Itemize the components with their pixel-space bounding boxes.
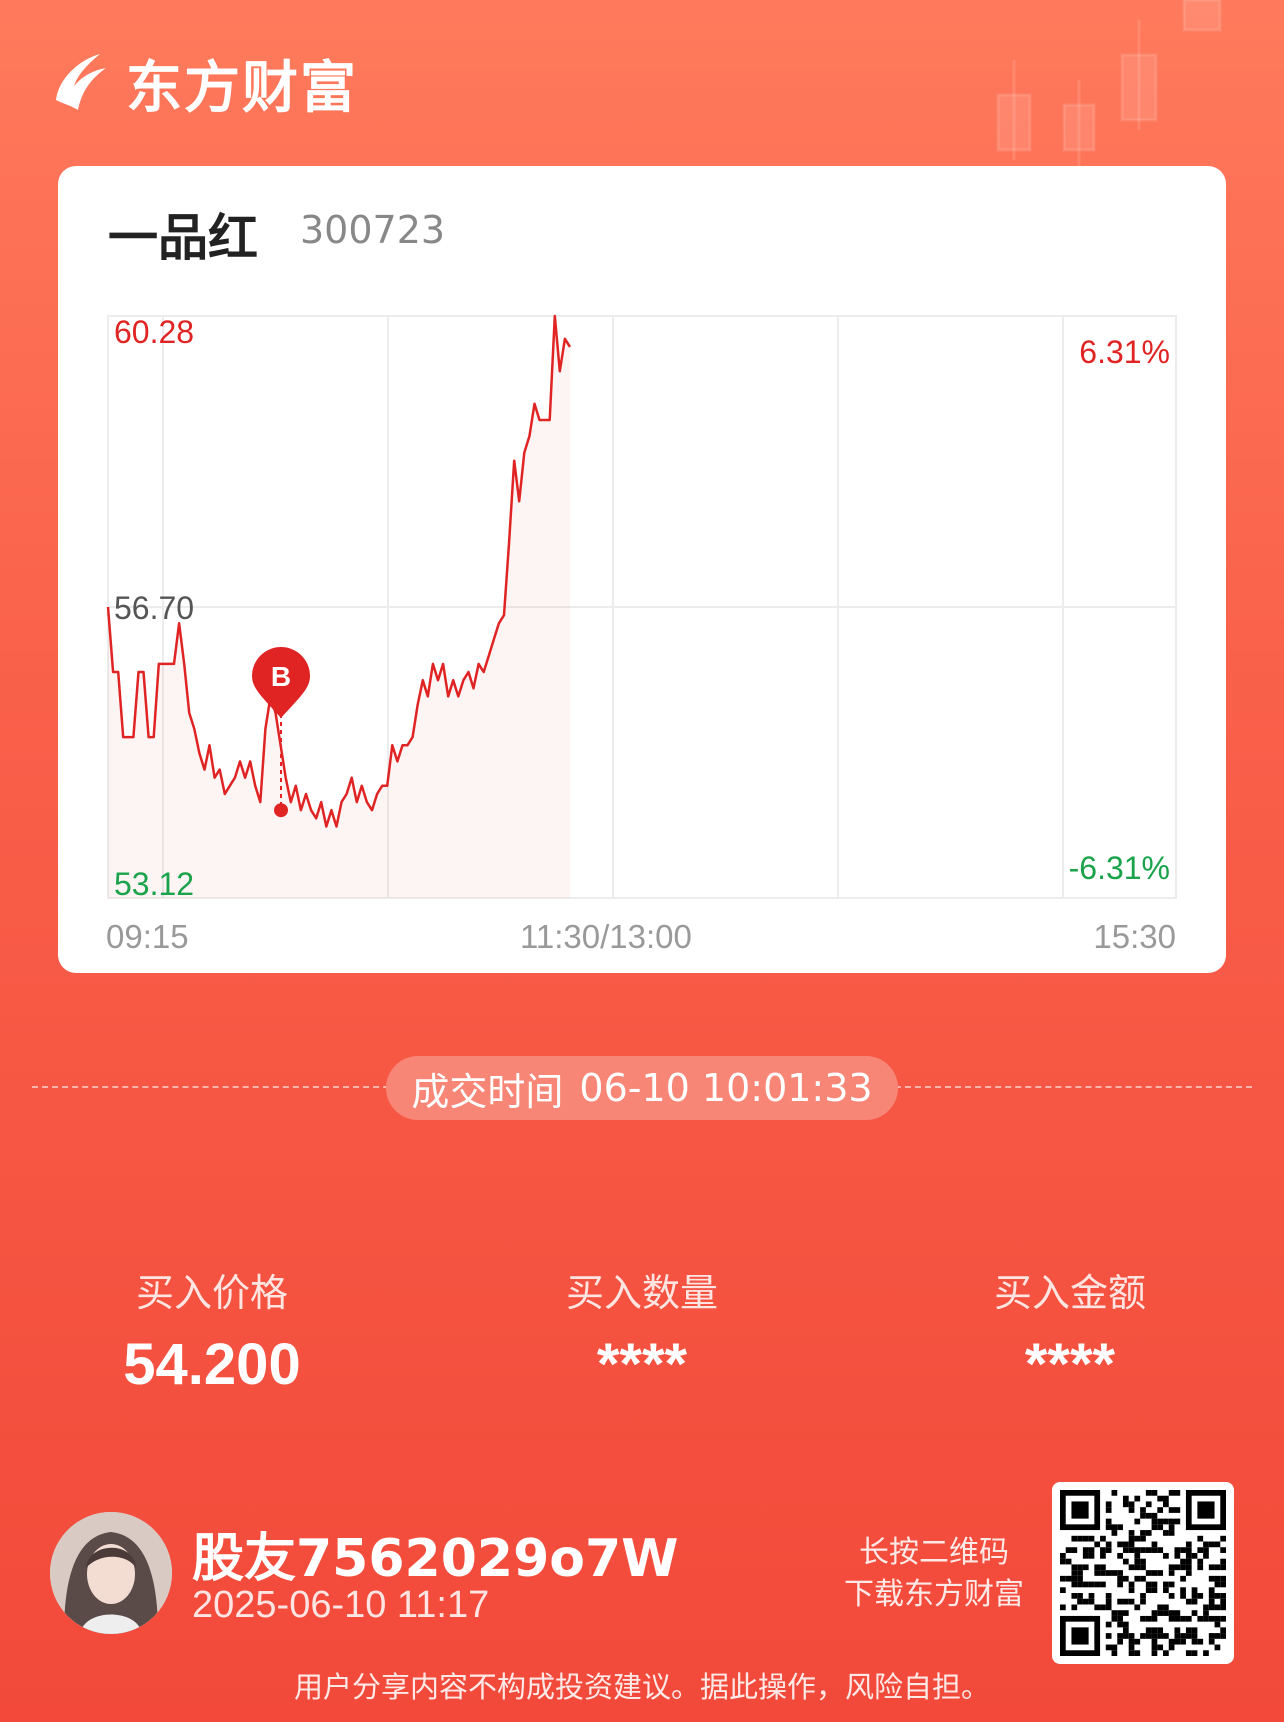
brand-logo: 东方财富	[48, 48, 358, 121]
qr-hint-line2: 下载东方财富	[844, 1577, 1024, 1612]
pct-max-label: 6.31%	[1079, 334, 1170, 370]
y-mid-label: 56.70	[114, 590, 195, 626]
trade-time-pill: 成交时间 06-10 10:01:33	[386, 1056, 898, 1120]
stat-value: ****	[596, 1332, 688, 1397]
trade-time-label: 成交时间	[411, 1069, 564, 1114]
brand-flame-icon	[56, 54, 106, 110]
qr-code-icon	[1060, 1490, 1226, 1656]
stat-label: 买入数量	[565, 1271, 718, 1315]
stat-value: 54.200	[123, 1332, 301, 1397]
stat-label: 买入金额	[993, 1271, 1146, 1315]
buy-marker-dot	[274, 803, 288, 818]
avatar[interactable]	[50, 1512, 172, 1634]
stat-buy-price: 买入价格 54.200	[62, 1262, 362, 1398]
user-avatar-icon	[50, 1512, 172, 1634]
stat-buy-amount: 买入金额 ****	[920, 1262, 1220, 1398]
intraday-chart: B	[106, 314, 1177, 899]
brand-name: 东方财富	[126, 55, 358, 121]
stock-chart-card: 一品红 300723 B 60.28 56.70 53.12 6.31% -6.…	[58, 166, 1226, 973]
y-min-label: 53.12	[114, 866, 195, 902]
y-max-label: 60.28	[114, 314, 195, 350]
share-timestamp: 2025-06-10 11:17	[192, 1584, 490, 1626]
qr-hint-line1: 长按二维码	[859, 1535, 1009, 1570]
trade-time-value: 06-10 10:01:33	[579, 1066, 873, 1110]
disclaimer: 用户分享内容不构成投资建议。据此操作，风险自担。	[293, 1670, 990, 1704]
buy-marker-label: B	[271, 661, 291, 692]
stat-value: ****	[1024, 1332, 1116, 1397]
x-tick-midday: 11:30/13:00	[520, 918, 692, 955]
stat-buy-quantity: 买入数量 ****	[492, 1262, 792, 1398]
stat-label: 买入价格	[135, 1271, 288, 1315]
x-tick-close: 15:30	[1093, 918, 1176, 955]
x-tick-open: 09:15	[106, 918, 189, 955]
pct-min-label: -6.31%	[1068, 850, 1170, 886]
qr-code[interactable]	[1052, 1482, 1234, 1664]
qr-hint: 长按二维码 下载东方财富	[820, 1532, 1048, 1616]
username: 股友7562029o7W	[192, 1529, 679, 1589]
